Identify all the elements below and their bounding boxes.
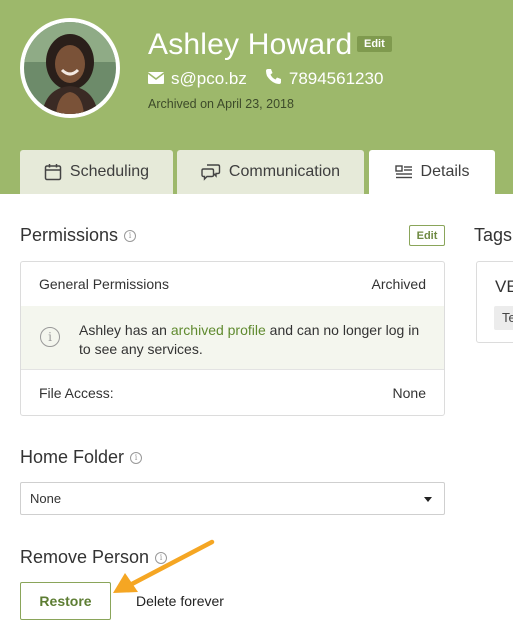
general-permissions-value: Archived [371,276,426,292]
tab-label: Communication [228,163,341,180]
tag-group-heading: VE [495,277,513,296]
tab-label: Details [420,163,470,180]
home-folder-title: Home Folder [20,447,125,467]
tab-details[interactable]: Details [369,150,495,194]
general-permissions-row: General Permissions Archived [21,262,444,306]
info-circle-icon: i [40,327,60,347]
permissions-panel: General Permissions Archived i Ashley ha… [20,261,445,416]
avatar-photo [24,22,116,114]
info-icon[interactable]: i [124,229,137,242]
email-icon [147,69,165,89]
caret-down-icon [424,497,432,502]
phone-link[interactable]: 7894561230 [289,69,384,89]
tags-panel: VE Te [476,261,513,343]
archived-notice: i Ashley has an archived profile and can… [21,306,444,369]
contact-row: s@pco.bz 7894561230 [147,68,384,90]
archived-date: Archived on April 23, 2018 [148,97,294,111]
details-list-icon [394,164,413,180]
tag-chip[interactable]: Te [494,306,513,330]
permissions-heading: Permissions i [20,225,137,246]
permissions-title: Permissions [20,225,119,245]
profile-header: Ashley Howard Edit s@pco.bz 7894561230 A… [0,0,513,194]
tab-scheduling[interactable]: Scheduling [20,150,173,194]
archived-profile-link[interactable]: archived profile [171,322,266,338]
file-access-value: None [392,384,426,401]
file-access-row: File Access: None [21,370,444,415]
notice-text: Ashley has an archived profile and can n… [79,322,420,357]
restore-button[interactable]: Restore [20,582,111,620]
email-link[interactable]: s@pco.bz [171,69,247,89]
info-icon[interactable]: i [130,451,143,464]
annotation-arrow-icon [113,539,215,593]
avatar [20,18,120,118]
general-permissions-label: General Permissions [39,276,169,292]
edit-permissions-button[interactable]: Edit [409,225,445,246]
home-folder-selected: None [30,491,62,506]
home-folder-select[interactable]: None [20,482,445,515]
home-folder-heading: Home Folder i [20,447,143,468]
tab-label: Scheduling [69,163,150,180]
tags-title: Tags [474,225,513,245]
file-access-label: File Access: [39,384,114,401]
edit-profile-button[interactable]: Edit [357,36,392,52]
tab-communication[interactable]: Communication [177,150,364,194]
chat-bubbles-icon [201,163,221,181]
calendar-icon [44,163,62,181]
phone-icon [265,68,282,90]
person-name: Ashley Howard [148,28,353,61]
